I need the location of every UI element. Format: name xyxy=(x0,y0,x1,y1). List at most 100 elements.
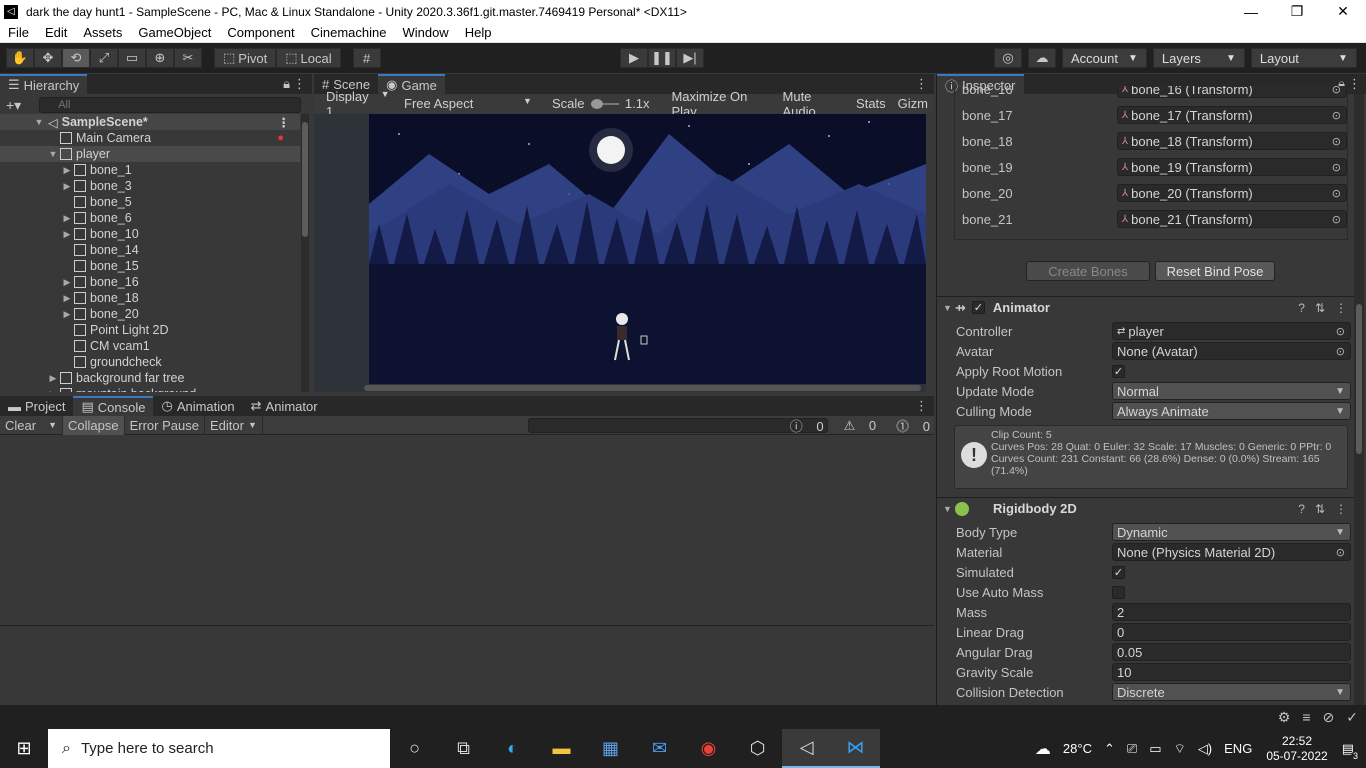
kebab-menu-icon[interactable]: ⋮ xyxy=(278,115,291,130)
hierarchy-item[interactable]: ▶ mountain background xyxy=(0,386,300,392)
help-icon[interactable]: ? xyxy=(1298,301,1305,315)
object-picker-icon[interactable]: ⊙ xyxy=(1332,135,1341,148)
battery-icon[interactable]: ▭ xyxy=(1149,741,1161,757)
minimize-button[interactable]: — xyxy=(1228,0,1274,23)
lock-icon[interactable]: 🔒︎ xyxy=(283,76,290,92)
fold-arrow-icon[interactable]: ▶ xyxy=(62,277,72,288)
mass-field[interactable]: 2 xyxy=(1112,603,1351,621)
object-picker-icon[interactable]: ⊙ xyxy=(1332,86,1341,96)
object-picker-icon[interactable]: ⊙ xyxy=(1332,187,1341,200)
hierarchy-item[interactable]: ▶ bone_3 xyxy=(0,178,300,194)
collapse-toggle[interactable]: Collapse xyxy=(63,415,125,435)
maximize-button[interactable]: ❐ xyxy=(1274,0,1320,23)
clock[interactable]: 22:52 05-07-2022 xyxy=(1266,734,1327,764)
fold-arrow-icon[interactable]: ▶ xyxy=(62,213,72,224)
grid-snap-icon[interactable]: # xyxy=(352,48,381,68)
fold-arrow-icon[interactable]: ▶ xyxy=(62,165,72,176)
object-picker-icon[interactable]: ⊙ xyxy=(1332,109,1341,122)
layers-dropdown[interactable]: Layers ▼ xyxy=(1152,48,1245,68)
hierarchy-item[interactable]: bone_5 xyxy=(0,194,300,210)
hand-tool-icon[interactable]: ✋ xyxy=(6,48,34,68)
animator-header[interactable]: ▼ ⇸ ✓ Animator ? ⇅ ⋮ xyxy=(937,296,1355,318)
check-icon[interactable]: ✓ xyxy=(1346,709,1358,726)
hierarchy-item[interactable]: ▶ bone_6 xyxy=(0,210,300,226)
object-picker-icon[interactable]: ⊙ xyxy=(1336,546,1345,559)
editor-dropdown[interactable]: Editor ▼ xyxy=(205,415,263,435)
pause-button[interactable]: ❚❚ xyxy=(648,48,676,68)
tray-chevron-up-icon[interactable]: ⌃ xyxy=(1104,741,1115,757)
fold-arrow-icon[interactable]: ▶ xyxy=(62,309,72,320)
fold-arrow-icon[interactable]: ▶ xyxy=(62,181,72,192)
play-button[interactable]: ▶ xyxy=(620,48,648,68)
fold-arrow-icon[interactable]: ▶ xyxy=(48,373,58,384)
menu-help[interactable]: Help xyxy=(457,25,500,40)
menu-gameobject[interactable]: GameObject xyxy=(130,25,219,40)
debug-icon[interactable]: ⚙ xyxy=(1278,709,1291,726)
hierarchy-item[interactable]: ▶ bone_18 xyxy=(0,290,300,306)
bone-transform-field[interactable]: ⅄ bone_18 (Transform) ⊙ xyxy=(1117,132,1347,150)
collab-icon[interactable]: ◎ xyxy=(994,48,1022,68)
tab-console[interactable]: ▤ Console xyxy=(73,396,154,416)
weather-temp[interactable]: 28°C xyxy=(1063,741,1092,756)
kebab-menu-icon[interactable]: ⋮ xyxy=(1335,502,1347,516)
fold-arrow-icon[interactable]: ▼ xyxy=(48,149,58,159)
hierarchy-item[interactable]: groundcheck xyxy=(0,354,300,370)
fold-arrow-icon[interactable]: ▶ xyxy=(62,293,72,304)
vscode-icon[interactable]: ⋈ xyxy=(831,729,880,768)
custom-tool-icon[interactable]: ✂ xyxy=(174,48,202,68)
wifi-icon[interactable]: ⌔ xyxy=(1174,741,1186,757)
volume-icon[interactable]: ◁) xyxy=(1198,741,1212,757)
presets-icon[interactable]: ⇅ xyxy=(1315,502,1325,516)
hierarchy-item[interactable]: CM vcam1 xyxy=(0,338,300,354)
culling-mode-dropdown[interactable]: Always Animate ▼ xyxy=(1112,402,1351,420)
clear-button[interactable]: Clear ▼ xyxy=(0,415,63,435)
bone-transform-field[interactable]: ⅄ bone_19 (Transform) ⊙ xyxy=(1117,158,1347,176)
error-pause-toggle[interactable]: Error Pause xyxy=(125,415,205,435)
hierarchy-item[interactable]: bone_14 xyxy=(0,242,300,258)
angular-drag-field[interactable]: 0.05 xyxy=(1112,643,1351,661)
fold-arrow-icon[interactable]: ▼ xyxy=(943,504,955,514)
kebab-menu-icon[interactable]: ⋮ xyxy=(1348,76,1361,92)
hierarchy-item[interactable]: Main Camera ● xyxy=(0,130,300,146)
hierarchy-item[interactable]: Point Light 2D xyxy=(0,322,300,338)
bone-transform-field[interactable]: ⅄ bone_21 (Transform) ⊙ xyxy=(1117,210,1347,228)
hierarchy-scrollbar[interactable] xyxy=(301,114,309,392)
task-view-icon[interactable]: ⧉ xyxy=(439,729,488,768)
hierarchy-item[interactable]: ▶ background far tree xyxy=(0,370,300,386)
taskbar-search-box[interactable]: ⌕ Type here to search xyxy=(48,729,390,768)
menu-cinemachine[interactable]: Cinemachine xyxy=(303,25,395,40)
console-divider[interactable] xyxy=(0,625,934,626)
add-object-button[interactable]: +▾ xyxy=(6,97,21,114)
game-viewport[interactable] xyxy=(314,114,926,392)
create-bones-button[interactable]: Create Bones xyxy=(1026,261,1150,281)
rotate-tool-icon[interactable]: ⟲ xyxy=(62,48,90,68)
animator-enabled-checkbox[interactable]: ✓ xyxy=(971,301,985,314)
chrome-icon[interactable]: ◉ xyxy=(684,729,733,768)
weather-icon[interactable]: ☁ xyxy=(1035,739,1051,759)
scale-tool-icon[interactable]: ⤢ xyxy=(90,48,118,68)
warning-count[interactable]: ⚠ 0 xyxy=(834,418,877,434)
menu-assets[interactable]: Assets xyxy=(75,25,130,40)
language-indicator[interactable]: ENG xyxy=(1224,741,1252,756)
bone-transform-field[interactable]: ⅄ bone_16 (Transform) ⊙ xyxy=(1117,86,1347,98)
scale-slider[interactable] xyxy=(590,98,619,109)
fold-arrow-icon[interactable]: ▶ xyxy=(62,229,72,240)
kebab-menu-icon[interactable]: ⋮ xyxy=(915,398,928,414)
move-tool-icon[interactable]: ✥ xyxy=(34,48,62,68)
bone-transform-field[interactable]: ⅄ bone_20 (Transform) ⊙ xyxy=(1117,184,1347,202)
hierarchy-item[interactable]: ▶ bone_20 xyxy=(0,306,300,322)
pivot-toggle[interactable]: ⬚ Pivot xyxy=(214,48,277,68)
fold-arrow-icon[interactable]: ▼ xyxy=(34,117,44,127)
collision-detection-dropdown[interactable]: Discrete ▼ xyxy=(1112,683,1351,701)
object-picker-icon[interactable]: ⊙ xyxy=(1336,345,1345,358)
windows-start-icon[interactable]: ⊞ xyxy=(0,729,48,768)
step-button[interactable]: ▶| xyxy=(676,48,704,68)
stats-toggle[interactable]: Stats xyxy=(850,96,892,111)
object-picker-icon[interactable]: ⊙ xyxy=(1332,213,1341,226)
meet-now-icon[interactable]: ⎚ xyxy=(1127,741,1137,757)
bone-transform-field[interactable]: ⅄ bone_17 (Transform) ⊙ xyxy=(1117,106,1347,124)
rigidbody-header[interactable]: ▼ Rigidbody 2D ? ⇅ ⋮ xyxy=(937,497,1355,519)
object-picker-icon[interactable]: ⊙ xyxy=(1332,161,1341,174)
kebab-menu-icon[interactable]: ⋮ xyxy=(293,76,306,92)
root-motion-checkbox[interactable]: ✓ xyxy=(1112,364,1125,378)
